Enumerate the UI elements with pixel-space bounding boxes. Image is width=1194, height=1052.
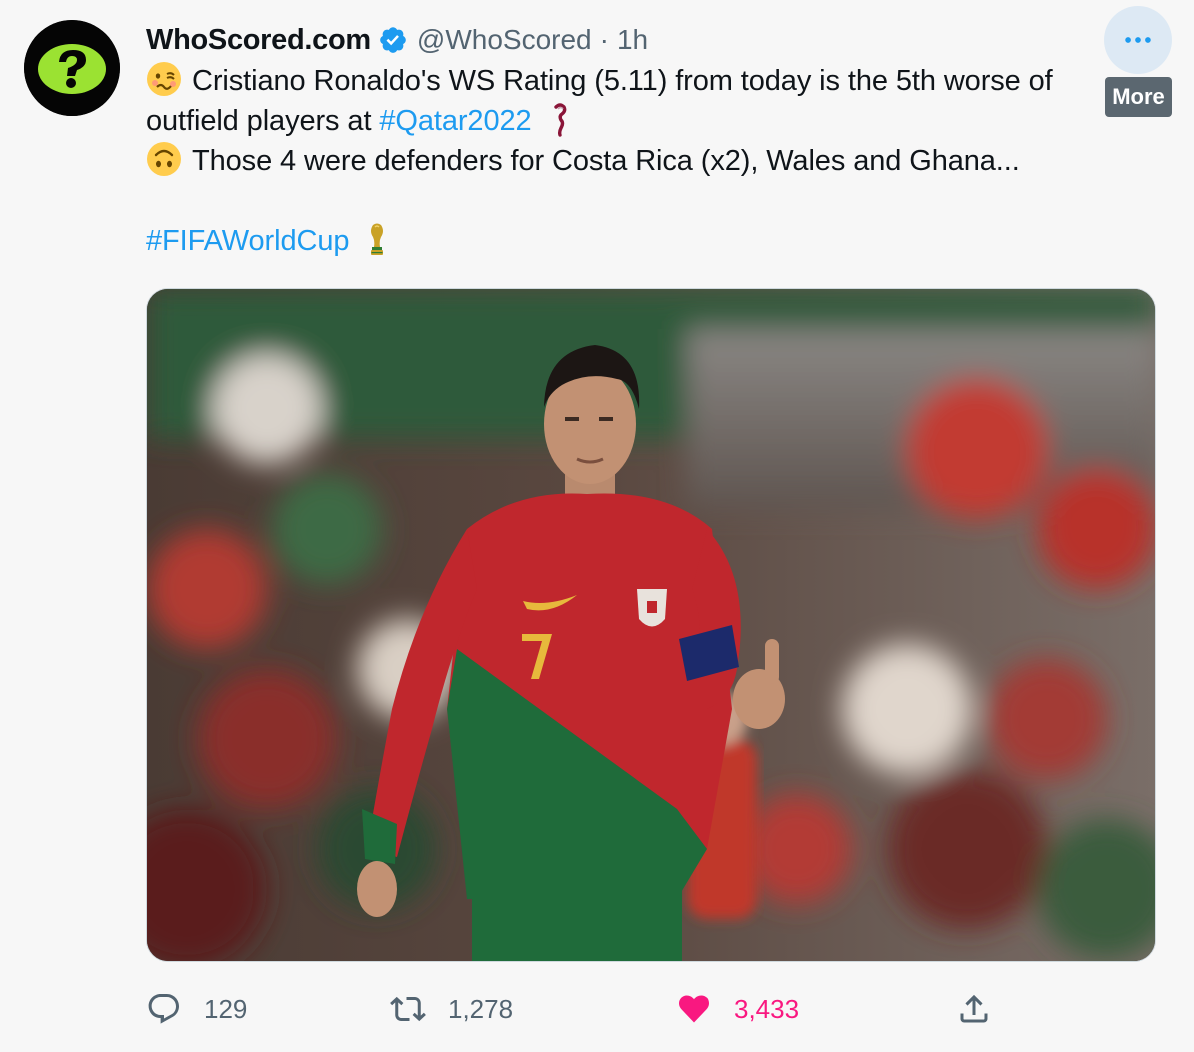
whoscored-logo-icon (24, 20, 120, 116)
tweet-line-1-text: Cristiano Ronaldo's WS Rating (5.11) fro… (192, 65, 1053, 97)
reply-count: 129 (204, 993, 248, 1024)
tweet-header: WhoScored.com @WhoScored · 1h (146, 20, 648, 60)
tweet-line-3: Those 4 were defenders for Costa Rica (x… (146, 141, 1096, 181)
retweet-button[interactable]: 1,278 (390, 985, 513, 1033)
qatar-2022-emblem-icon (542, 101, 578, 137)
separator-dot: · (599, 24, 609, 55)
tweet-line-1: Cristiano Ronaldo's WS Rating (5.11) fro… (146, 61, 1096, 101)
tweet-line-2: outfield players at #Qatar2022 (146, 101, 1096, 141)
woozy-face-icon (146, 61, 182, 97)
share-icon (960, 994, 988, 1023)
heart-filled-icon (679, 995, 709, 1023)
world-cup-trophy-icon (359, 221, 395, 257)
tweet-line-3-text: Those 4 were defenders for Costa Rica (x… (192, 145, 1020, 177)
tweet: WhoScored.com @WhoScored · 1h More Crist… (0, 0, 1194, 1052)
handle[interactable]: @WhoScored (417, 24, 592, 56)
more-tooltip: More (1105, 77, 1172, 117)
more-button[interactable] (1104, 6, 1172, 74)
player-photo-illustration (147, 289, 1155, 961)
like-count: 3,433 (734, 993, 800, 1024)
hashtag-qatar2022[interactable]: #Qatar2022 (379, 105, 531, 137)
tweet-line-2-text: outfield players at (146, 105, 380, 137)
share-button[interactable] (956, 985, 992, 1033)
hashtag-fifaworldcup[interactable]: #FIFAWorldCup (146, 225, 349, 257)
tweet-actions: 129 1,278 3,433 (146, 985, 1006, 1033)
like-button[interactable]: 3,433 (676, 985, 799, 1033)
timestamp[interactable]: 1h (617, 24, 648, 56)
reply-icon (148, 994, 179, 1024)
retweet-count: 1,278 (448, 993, 514, 1024)
display-name[interactable]: WhoScored.com (146, 24, 371, 57)
tweet-text: Cristiano Ronaldo's WS Rating (5.11) fro… (146, 61, 1096, 261)
more-dots-icon (1125, 37, 1151, 43)
retweet-icon (390, 996, 426, 1022)
upside-down-face-icon (146, 141, 182, 177)
tweet-line-4: #FIFAWorldCup (146, 221, 1096, 261)
tweet-photo[interactable] (146, 288, 1156, 962)
verified-badge-icon (380, 27, 406, 53)
reply-button[interactable]: 129 (146, 985, 247, 1033)
avatar[interactable] (24, 20, 120, 116)
